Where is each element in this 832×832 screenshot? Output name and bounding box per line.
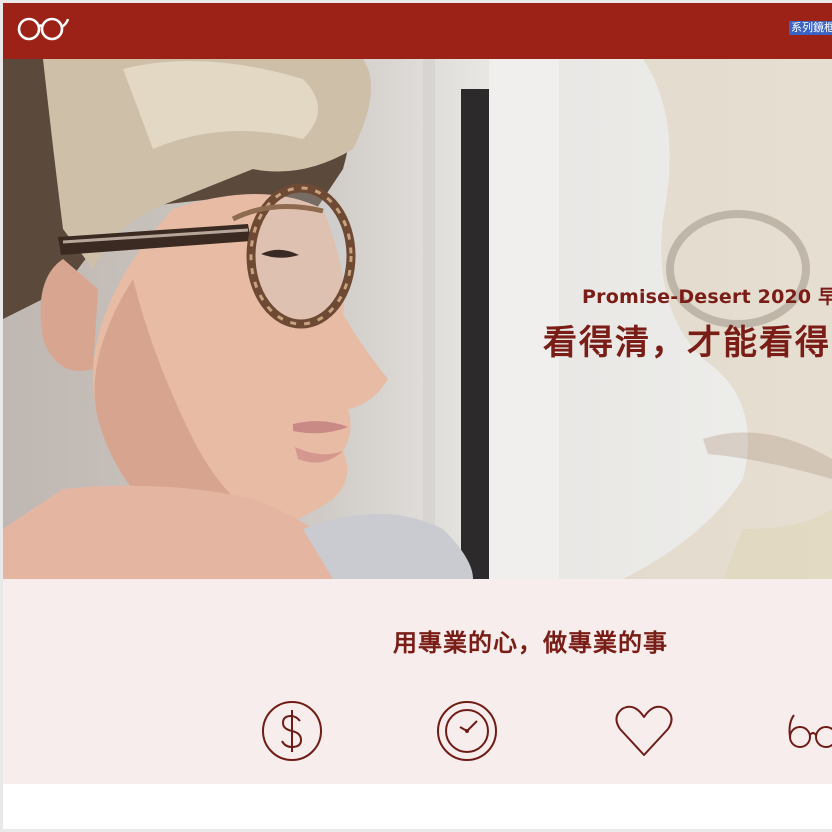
hero-banner: Promise-Desert 2020 早 看得清，才能看得 xyxy=(3,59,832,579)
glasses-icon xyxy=(788,714,832,748)
eyeglasses-logo-icon[interactable] xyxy=(15,11,69,47)
nav-link-frames[interactable]: 系列鏡框 xyxy=(789,21,832,35)
dollar-icon xyxy=(262,701,322,761)
site-header: 系列鏡框 xyxy=(3,3,832,59)
clock-icon xyxy=(437,701,497,761)
heart-icon xyxy=(615,705,673,756)
hero-title: 看得清，才能看得 xyxy=(543,323,831,363)
bottom-band xyxy=(3,784,832,829)
services-section: 用專業的心，做專業的事 xyxy=(3,579,832,784)
section-heading: 用專業的心，做專業的事 xyxy=(393,629,668,657)
hero-subtitle: Promise-Desert 2020 早 xyxy=(582,286,832,308)
page: 系列鏡框 Promise-Desert 2020 早 看得清，才能看得 用專業的… xyxy=(3,3,832,829)
